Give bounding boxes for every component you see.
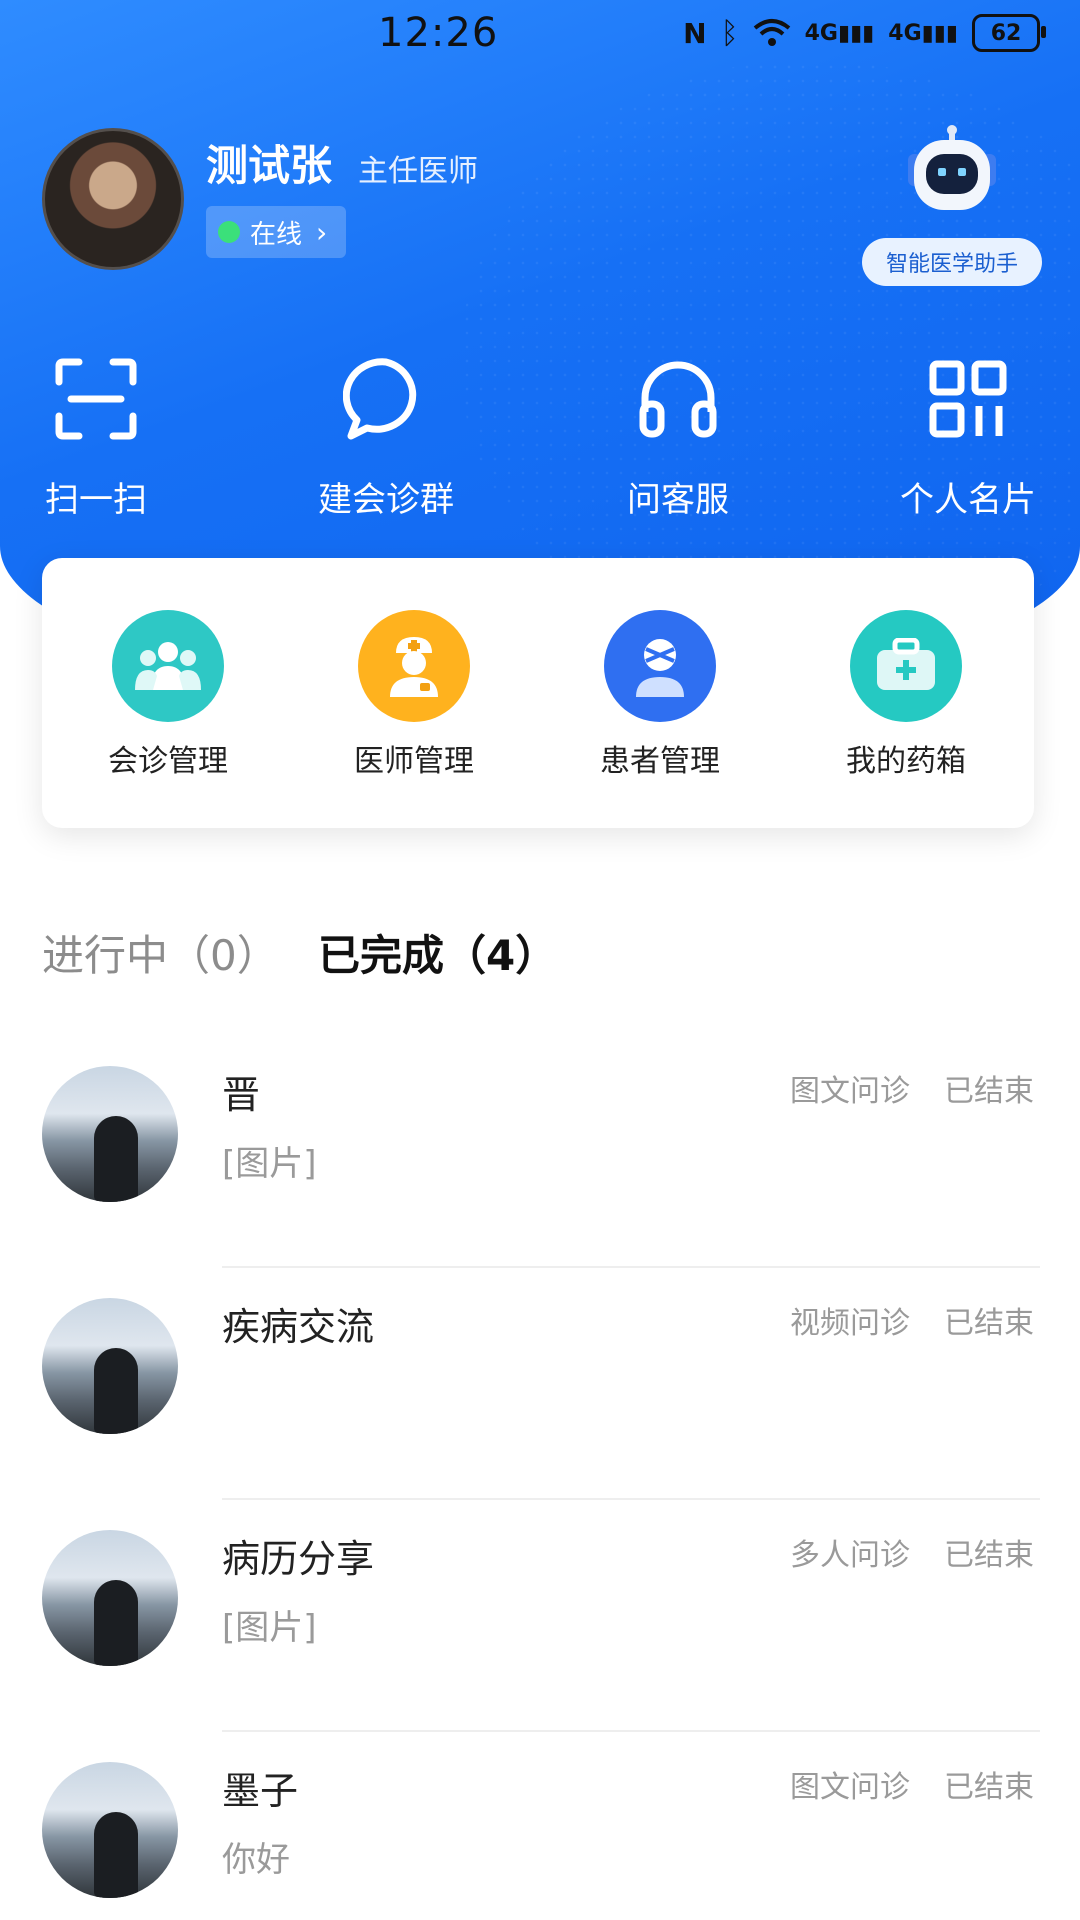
signal-icon: 4G▮▮▮ [804, 20, 875, 46]
consultation-management-label: 会诊管理 [108, 744, 228, 779]
online-status-label: 在线 [250, 219, 303, 250]
doctor-title: 主任医师 [358, 154, 478, 189]
contact-avatar [42, 1066, 178, 1202]
consultation-status: 已结束 [944, 1538, 1034, 1573]
online-status-button[interactable]: 在线 › [206, 206, 346, 258]
customer-service-label: 问客服 [627, 480, 729, 520]
consultation-item[interactable]: 病历分享 [图片] 多人问诊 已结束 [0, 1500, 1080, 1732]
scan-label: 扫一扫 [45, 480, 147, 520]
robot-assistant-icon[interactable] [900, 124, 1004, 220]
contact-avatar [42, 1762, 178, 1898]
consultation-item[interactable]: 墨子 你好 图文问诊 已结束 [0, 1732, 1080, 1920]
contact-avatar [42, 1530, 178, 1666]
patient-icon [604, 610, 716, 722]
consultation-item[interactable]: 疾病交流 视频问诊 已结束 [0, 1268, 1080, 1500]
customer-service-button[interactable]: 问客服 [568, 356, 788, 521]
wifi-icon [753, 19, 790, 46]
smart-assistant-button[interactable]: 智能医学助手 [862, 238, 1042, 286]
headset-icon [639, 361, 717, 438]
business-card-label: 个人名片 [900, 480, 1036, 520]
consultation-name: 疾病交流 [222, 1305, 375, 1349]
doctor-name: 测试张 [206, 141, 333, 190]
consultation-preview: [图片] [222, 1144, 317, 1184]
consultation-type: 图文问诊 [790, 1770, 910, 1805]
consultation-type: 图文问诊 [790, 1074, 910, 1109]
status-time: 12:26 [378, 10, 499, 56]
tab-ongoing[interactable]: 进行中（0） [42, 922, 279, 983]
consultation-status: 已结束 [944, 1770, 1034, 1805]
nfc-icon: N [683, 16, 707, 50]
scan-icon [55, 358, 137, 440]
contact-avatar [42, 1298, 178, 1434]
business-card-button[interactable]: 个人名片 [858, 356, 1078, 521]
scan-button[interactable]: 扫一扫 [0, 356, 206, 521]
online-dot-icon [218, 221, 240, 243]
doctor-management-button[interactable]: 医师管理 [314, 610, 514, 780]
chevron-right-icon: › [316, 215, 328, 249]
bluetooth-icon: ᛒ [720, 15, 739, 51]
create-group-label: 建会诊群 [318, 480, 454, 520]
consultation-preview: [图片] [222, 1608, 317, 1648]
management-card: 会诊管理 医师管理 患者管理 我的药箱 [42, 558, 1034, 828]
doctor-avatar[interactable] [42, 128, 184, 270]
patient-management-label: 患者管理 [600, 744, 720, 779]
doctor-icon [358, 610, 470, 722]
qr-code-icon [929, 360, 1007, 438]
consultation-management-button[interactable]: 会诊管理 [68, 610, 268, 780]
battery-icon: 62 [972, 14, 1046, 52]
consultation-preview: 你好 [222, 1840, 290, 1880]
signal-icon: 4G▮▮▮ [888, 20, 958, 46]
consultation-type: 视频问诊 [790, 1306, 910, 1341]
group-icon [112, 610, 224, 722]
medicine-box-button[interactable]: 我的药箱 [806, 610, 1006, 780]
consultation-status: 已结束 [944, 1074, 1034, 1109]
status-icons: N ᛒ 4G▮▮▮ 4G▮▮▮ 62 [683, 14, 1046, 52]
medicine-box-label: 我的药箱 [846, 744, 966, 779]
consultation-name: 墨子 [222, 1769, 299, 1813]
consultation-type: 多人问诊 [790, 1538, 910, 1573]
chat-bubble-icon [342, 358, 417, 440]
tab-completed[interactable]: 已完成（4） [318, 922, 557, 983]
consultation-name: 病历分享 [222, 1537, 375, 1581]
status-bar: 12:26 N ᛒ 4G▮▮▮ 4G▮▮▮ 62 [0, 0, 1080, 70]
consultation-status: 已结束 [944, 1306, 1034, 1341]
medicine-box-icon [850, 610, 962, 722]
patient-management-button[interactable]: 患者管理 [560, 610, 760, 780]
consultation-name: 晋 [222, 1073, 261, 1117]
doctor-management-label: 医师管理 [354, 744, 474, 779]
consultation-item[interactable]: 晋 [图片] 图文问诊 已结束 [0, 1036, 1080, 1268]
create-group-button[interactable]: 建会诊群 [276, 356, 496, 521]
